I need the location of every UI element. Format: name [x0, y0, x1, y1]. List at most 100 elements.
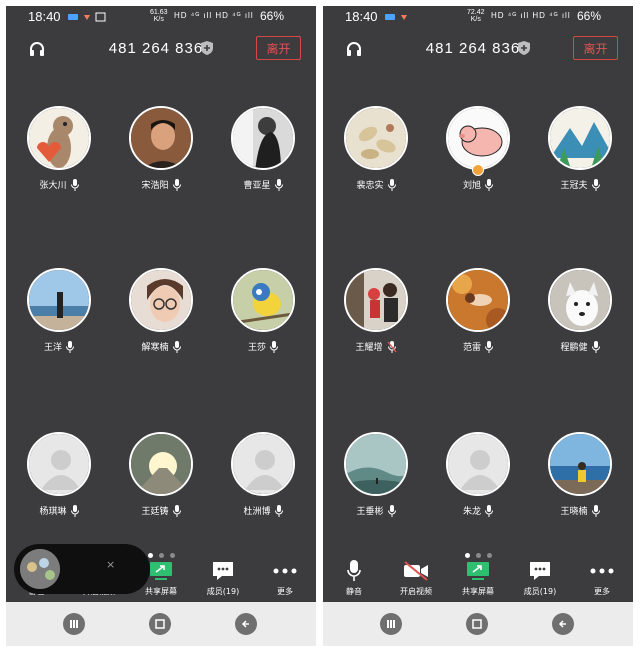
back-button[interactable]	[235, 613, 257, 635]
misty-landscape-avatar	[344, 432, 408, 496]
floating-window-thumbnail[interactable]	[20, 549, 60, 589]
default-avatar	[27, 432, 91, 496]
mic-icon	[172, 505, 181, 520]
family-photo-avatar	[344, 268, 408, 332]
participant-tile[interactable]: 王洋	[9, 268, 109, 380]
participant-name: 张大川	[39, 181, 67, 191]
headset-icon[interactable]	[28, 40, 46, 62]
participant-tile[interactable]: 王莎	[213, 268, 313, 380]
mic-icon	[485, 341, 493, 356]
mic-icon	[591, 341, 600, 356]
participant-tile[interactable]: 杨琪琳	[9, 432, 109, 544]
participant-name: 宋浩阳	[141, 181, 169, 191]
participant-name: 刘旭	[462, 181, 481, 191]
mute-button[interactable]: 静音	[323, 558, 385, 600]
participant-tile[interactable]: 解寒楠	[111, 268, 211, 380]
participant-tile[interactable]: 范雷	[428, 268, 528, 380]
participant-name: 解寒楠	[141, 343, 169, 353]
mic-icon	[591, 505, 600, 520]
default-avatar	[446, 432, 510, 496]
mic-icon	[387, 179, 396, 194]
status-bar: 18:40 72.42 K/s HD ⁴ᴳ ıll HD ⁴ᴳ ıll 66%	[323, 6, 633, 28]
mic-icon	[591, 179, 600, 194]
shield-icon[interactable]	[517, 40, 531, 60]
more-icon	[254, 558, 316, 584]
participant-name: 王洋	[43, 343, 62, 353]
participant-name: 王耀增	[355, 343, 383, 353]
network-icons: HD ⁴ᴳ ıll HD ⁴ᴳ ıll	[174, 11, 254, 20]
shield-icon[interactable]	[200, 40, 214, 60]
more-button[interactable]: 更多	[571, 558, 633, 600]
participant-tile[interactable]: 曹亚星	[213, 106, 313, 218]
video-off-icon	[385, 558, 447, 584]
toolbar-label: 更多	[277, 587, 293, 596]
participant-name: 杜洲博	[243, 507, 271, 517]
leave-button[interactable]: 离开	[573, 36, 618, 60]
participant-tile[interactable]: 王耀增	[326, 268, 426, 380]
participant-name: 王冠夫	[560, 181, 588, 191]
participant-name: 朱龙	[462, 507, 481, 517]
toolbar-label: 静音	[346, 587, 362, 596]
battery-level: 66%	[577, 9, 602, 23]
meeting-toolbar: 静音 开启视频 共享屏幕 成员(19) 更多	[323, 558, 633, 600]
participant-tile[interactable]: 杜洲博	[213, 432, 313, 544]
mic-icon	[70, 179, 79, 194]
start-video-button[interactable]: 开启视频	[385, 558, 447, 600]
share-screen-button[interactable]: 共享屏幕	[447, 558, 509, 600]
toolbar-label: 成员(19)	[206, 587, 240, 596]
system-nav-bar	[323, 602, 633, 646]
floating-window[interactable]: ×	[14, 544, 150, 594]
participant-name: 王垂彬	[356, 507, 384, 517]
participant-tile[interactable]: 程鹏健	[530, 268, 630, 380]
meeting-header: 481 264 836 离开	[6, 34, 316, 68]
participant-tile[interactable]: 宋浩阳	[111, 106, 211, 218]
participant-name: 杨琪琳	[39, 507, 67, 517]
participant-name: 王廷铸	[141, 507, 169, 517]
participant-tile[interactable]: 裴忠实	[326, 106, 426, 218]
mic-icon	[172, 341, 181, 356]
members-button[interactable]: 成员(19)	[509, 558, 571, 600]
participant-tile[interactable]: 王廷铸	[111, 432, 211, 544]
mic-icon	[387, 505, 396, 520]
participant-tile[interactable]: 朱龙	[428, 432, 528, 544]
glasses-girl-avatar	[129, 268, 193, 332]
close-icon[interactable]: ×	[106, 558, 115, 571]
white-dog-avatar	[548, 268, 612, 332]
participant-tile[interactable]: 王晓楠	[530, 432, 630, 544]
network-speed: 72.42 K/s	[467, 9, 485, 23]
members-icon	[192, 558, 254, 584]
toolbar-label: 共享屏幕	[462, 587, 494, 596]
participant-tile[interactable]: 王冠夫	[530, 106, 630, 218]
members-button[interactable]: 成员(19)	[192, 558, 254, 600]
right-phone-screen: 18:40 72.42 K/s HD ⁴ᴳ ıll HD ⁴ᴳ ıll 66% 4…	[323, 6, 633, 646]
recent-apps-button[interactable]	[380, 613, 402, 635]
more-button[interactable]: 更多	[254, 558, 316, 600]
mic-muted-icon	[386, 341, 397, 356]
leave-button[interactable]: 离开	[256, 36, 301, 60]
mic-icon	[66, 341, 74, 356]
home-button[interactable]	[149, 613, 171, 635]
cartoon-dog-avatar	[27, 106, 91, 170]
toolbar-label: 成员(19)	[523, 587, 557, 596]
mic-icon	[274, 505, 283, 520]
system-nav-bar	[6, 602, 316, 646]
default-avatar	[231, 432, 295, 496]
participant-tile[interactable]: 王垂彬	[326, 432, 426, 544]
participant-tile[interactable]: 刘旭	[428, 106, 528, 218]
headset-icon[interactable]	[345, 40, 363, 62]
notification-icons	[385, 12, 415, 24]
home-button[interactable]	[466, 613, 488, 635]
back-button[interactable]	[552, 613, 574, 635]
participant-name: 曹亚星	[243, 181, 271, 191]
man-portrait-avatar	[129, 106, 193, 170]
recent-apps-button[interactable]	[63, 613, 85, 635]
mic-icon	[485, 179, 493, 194]
toolbar-label: 开启视频	[400, 587, 432, 596]
mountain-art-avatar	[548, 106, 612, 170]
participant-tile[interactable]: 张大川	[9, 106, 109, 218]
mic-icon	[172, 179, 181, 194]
bw-woman-avatar	[231, 106, 295, 170]
seaside-girl-avatar	[548, 432, 612, 496]
status-time: 18:40	[28, 9, 61, 24]
seaside-person-avatar	[27, 268, 91, 332]
